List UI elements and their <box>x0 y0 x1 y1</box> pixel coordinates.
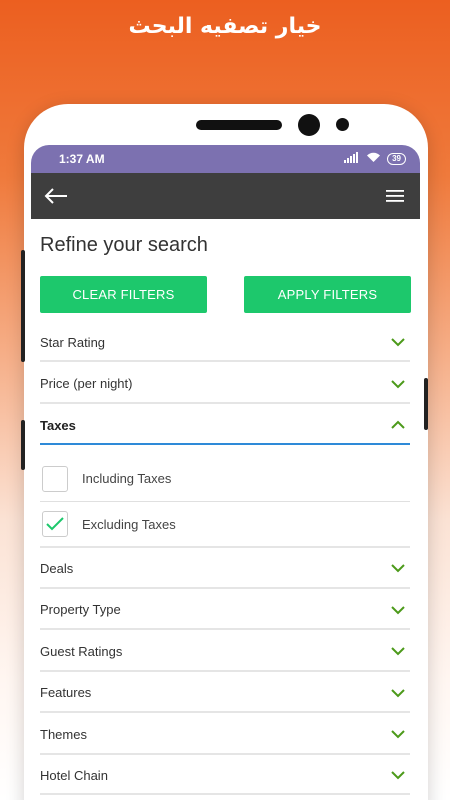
filter-guest-ratings[interactable]: Guest Ratings <box>40 632 410 672</box>
excluding-taxes-option[interactable]: Excluding Taxes <box>40 502 410 548</box>
filter-label: Features <box>40 685 92 700</box>
filter-price[interactable]: Price (per night) <box>40 365 410 404</box>
back-arrow-icon[interactable] <box>41 181 71 211</box>
chevron-up-icon <box>391 420 405 429</box>
filter-property-type[interactable]: Property Type <box>40 591 410 630</box>
filter-themes[interactable]: Themes <box>40 715 410 755</box>
excluding-taxes-checkbox[interactable] <box>42 511 68 537</box>
filter-taxes[interactable]: Taxes <box>40 407 410 445</box>
chevron-down-icon <box>391 605 405 614</box>
signal-icon <box>344 152 360 166</box>
phone-side-button <box>21 420 25 470</box>
filter-label: Deals <box>40 560 74 576</box>
app-bar <box>31 173 420 219</box>
phone-volume-button <box>21 250 25 362</box>
chevron-down-icon <box>391 564 405 573</box>
apply-filters-button[interactable]: APPLY FILTERS <box>244 276 411 313</box>
wifi-icon <box>366 152 381 166</box>
clear-filters-button[interactable]: CLEAR FILTERS <box>40 276 207 313</box>
filter-star-rating[interactable]: Star Rating <box>40 324 410 362</box>
filter-label: Star Rating <box>40 334 106 350</box>
chevron-down-icon <box>391 647 405 656</box>
including-taxes-checkbox[interactable] <box>42 465 68 492</box>
filter-label: Property Type <box>40 602 121 617</box>
chevron-down-icon <box>391 730 405 739</box>
status-bar: 1:37 AM 39 <box>31 145 420 173</box>
including-taxes-option[interactable]: Including Taxes <box>40 456 410 502</box>
filter-deals[interactable]: Deals <box>40 549 410 589</box>
filter-label: Hotel Chain <box>40 767 108 783</box>
banner-title: خيار تصفيه البحث <box>128 14 322 39</box>
filter-label: Guest Ratings <box>40 643 123 659</box>
chevron-down-icon <box>391 379 405 388</box>
option-label: Including Taxes <box>82 471 172 486</box>
filter-label: Price (per night) <box>40 376 133 391</box>
page-title: Refine your search <box>40 234 208 256</box>
filter-label: Taxes <box>40 417 76 433</box>
chevron-down-icon <box>391 688 405 697</box>
phone-speaker <box>196 120 282 130</box>
option-label: Excluding Taxes <box>82 516 176 532</box>
hamburger-menu-icon[interactable] <box>380 181 410 211</box>
checkmark-icon <box>46 517 64 531</box>
chevron-down-icon <box>391 771 405 780</box>
battery-icon: 39 <box>387 153 406 165</box>
phone-power-button <box>424 378 428 430</box>
status-time: 1:37 AM <box>59 152 105 166</box>
filter-hotel-chain[interactable]: Hotel Chain <box>40 757 410 795</box>
phone-sensor <box>336 118 349 131</box>
chevron-down-icon <box>391 338 405 347</box>
filter-label: Themes <box>40 726 87 742</box>
phone-camera <box>298 114 320 136</box>
filter-features[interactable]: Features <box>40 674 410 713</box>
